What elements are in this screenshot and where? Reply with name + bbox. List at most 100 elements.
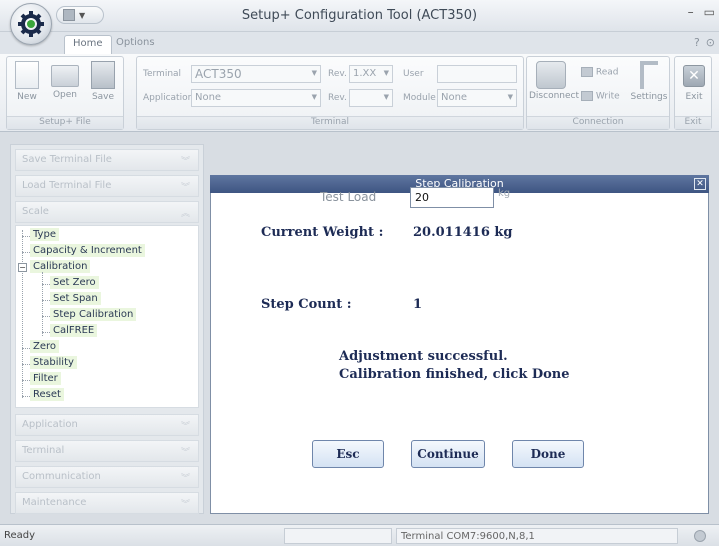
esc-button[interactable]: Esc [312, 440, 384, 468]
collapse-icon[interactable]: − [18, 263, 27, 272]
window-controls: – ▭ [688, 5, 715, 19]
write-icon [581, 91, 593, 101]
terminal-label: Terminal [143, 69, 182, 79]
exit-button[interactable]: ✕ Exit [676, 61, 712, 102]
user-input[interactable] [437, 65, 517, 83]
rev-value: 1.XX [353, 68, 377, 79]
title-bar: ▼ Setup+ Configuration Tool (ACT350) – ▭ [0, 0, 719, 32]
tree-connector [22, 230, 23, 398]
group-exit: ✕ Exit Exit [674, 56, 712, 130]
nav-label: Communication [22, 471, 101, 482]
chevron-down-icon: ▼ [383, 69, 389, 77]
done-button[interactable]: Done [512, 440, 584, 468]
group-terminal: Terminal ACT350 ▼ Rev. 1.XX ▼ User Applica… [136, 56, 524, 130]
disconnect-icon [536, 61, 566, 89]
tree-item-stability[interactable]: Stability [30, 356, 77, 369]
read-label: Read [595, 67, 619, 78]
status-terminal-label: Terminal [401, 531, 444, 542]
chevron-down-icon: ▼ [311, 69, 317, 77]
tree-item-set-span[interactable]: Set Span [50, 292, 101, 305]
tree-item-calibration[interactable]: Calibration [30, 260, 91, 273]
rev-select[interactable]: 1.XX ▼ [349, 65, 393, 83]
status-connection: Terminal COM7:9600,N,8,1 [396, 528, 678, 544]
status-indicator-icon [694, 530, 706, 542]
tree-connector [22, 364, 30, 365]
tree-item-calfree[interactable]: CalFREE [50, 324, 98, 337]
status-text: Ready [4, 530, 36, 541]
app-menu-button[interactable] [10, 3, 52, 45]
status-connection-value: COM7:9600,N,8,1 [446, 531, 535, 542]
chevron-down-icon: ︾ [180, 157, 190, 167]
tree-item-capacity[interactable]: Capacity & Increment [30, 244, 145, 257]
help-icon[interactable]: ? [694, 36, 700, 49]
window-title: Setup+ Configuration Tool (ACT350) [241, 8, 478, 23]
new-file-icon [15, 61, 39, 89]
tree-item-reset[interactable]: Reset [30, 388, 64, 401]
rev2-select[interactable]: ▼ [349, 89, 393, 107]
new-label: New [17, 92, 37, 102]
continue-button[interactable]: Continue [411, 440, 485, 468]
nav-application[interactable]: Application ︾ [15, 414, 199, 436]
settings-button[interactable]: Settings [629, 61, 669, 102]
save-icon [91, 61, 115, 89]
minimize-icon[interactable]: – [688, 5, 694, 19]
ribbon-tabs: Home Options ? ⊙ [0, 32, 719, 54]
save-label: Save [91, 92, 115, 102]
module-select[interactable]: None ▼ [437, 89, 517, 107]
nav-label: Terminal [22, 445, 65, 456]
nav-save-terminal-file[interactable]: Save Terminal File ︾ [15, 149, 199, 171]
ribbon: New Open Save Setup+ File Terminal ACT35… [0, 54, 719, 132]
tree-item-type[interactable]: Type [30, 228, 59, 241]
info-icon[interactable]: ⊙ [706, 36, 715, 49]
close-icon[interactable]: ✕ [694, 178, 706, 190]
tree-item-filter[interactable]: Filter [30, 372, 61, 385]
write-button[interactable]: Write [581, 91, 620, 102]
tree-item-step-calibration[interactable]: Step Calibration [50, 308, 137, 321]
rev-label: Rev. [328, 69, 347, 79]
terminal-select[interactable]: ACT350 ▼ [191, 65, 321, 83]
disconnect-button[interactable]: Disconnect [529, 61, 579, 101]
tree-item-set-zero[interactable]: Set Zero [50, 276, 99, 289]
exit-label: Exit [685, 92, 703, 102]
maximize-icon[interactable]: ▭ [704, 5, 715, 19]
save-button[interactable]: Save [85, 61, 121, 102]
module-label: Module [403, 93, 436, 103]
nav-communication[interactable]: Communication ︾ [15, 466, 199, 488]
test-load-input[interactable]: 20 [410, 187, 494, 208]
nav-maintenance[interactable]: Maintenance ︾ [15, 492, 199, 514]
open-label: Open [52, 90, 78, 100]
application-label: Application [143, 93, 194, 103]
message-line-1: Adjustment successful. [339, 349, 508, 364]
nav-label: Save Terminal File [22, 154, 112, 165]
read-button[interactable]: Read [581, 67, 619, 78]
tree-connector [42, 316, 50, 317]
write-label: Write [595, 91, 620, 102]
tree-connector [22, 252, 30, 253]
nav-label: Load Terminal File [22, 180, 112, 191]
tab-home[interactable]: Home [64, 35, 112, 54]
tree-connector [42, 272, 43, 336]
tree-connector [42, 332, 50, 333]
nav-load-terminal-file[interactable]: Load Terminal File ︾ [15, 175, 199, 197]
nav-scale[interactable]: Scale ︽ [15, 201, 199, 223]
group-label: Setup+ File [7, 116, 123, 129]
nav-label: Maintenance [22, 497, 87, 508]
chevron-down-icon: ︾ [180, 500, 190, 510]
test-load-label: Test Load [320, 190, 377, 204]
read-icon [581, 67, 593, 77]
tree-connector [22, 236, 30, 237]
gear-icon [18, 11, 44, 37]
new-button[interactable]: New [9, 61, 45, 102]
step-count-label: Step Count : [261, 297, 352, 312]
user-label: User [403, 69, 424, 79]
ribbon-help-area: ? ⊙ [694, 36, 715, 49]
open-button[interactable]: Open [47, 61, 83, 100]
application-select[interactable]: None ▼ [191, 89, 321, 107]
tab-options[interactable]: Options [108, 35, 163, 54]
nav-label: Scale [22, 206, 49, 217]
left-navigation: Save Terminal File ︾ Load Terminal File … [10, 144, 204, 514]
status-bar: Ready Terminal COM7:9600,N,8,1 [0, 524, 719, 546]
nav-terminal[interactable]: Terminal ︾ [15, 440, 199, 462]
tree-connector [42, 284, 50, 285]
tree-item-zero[interactable]: Zero [30, 340, 60, 353]
